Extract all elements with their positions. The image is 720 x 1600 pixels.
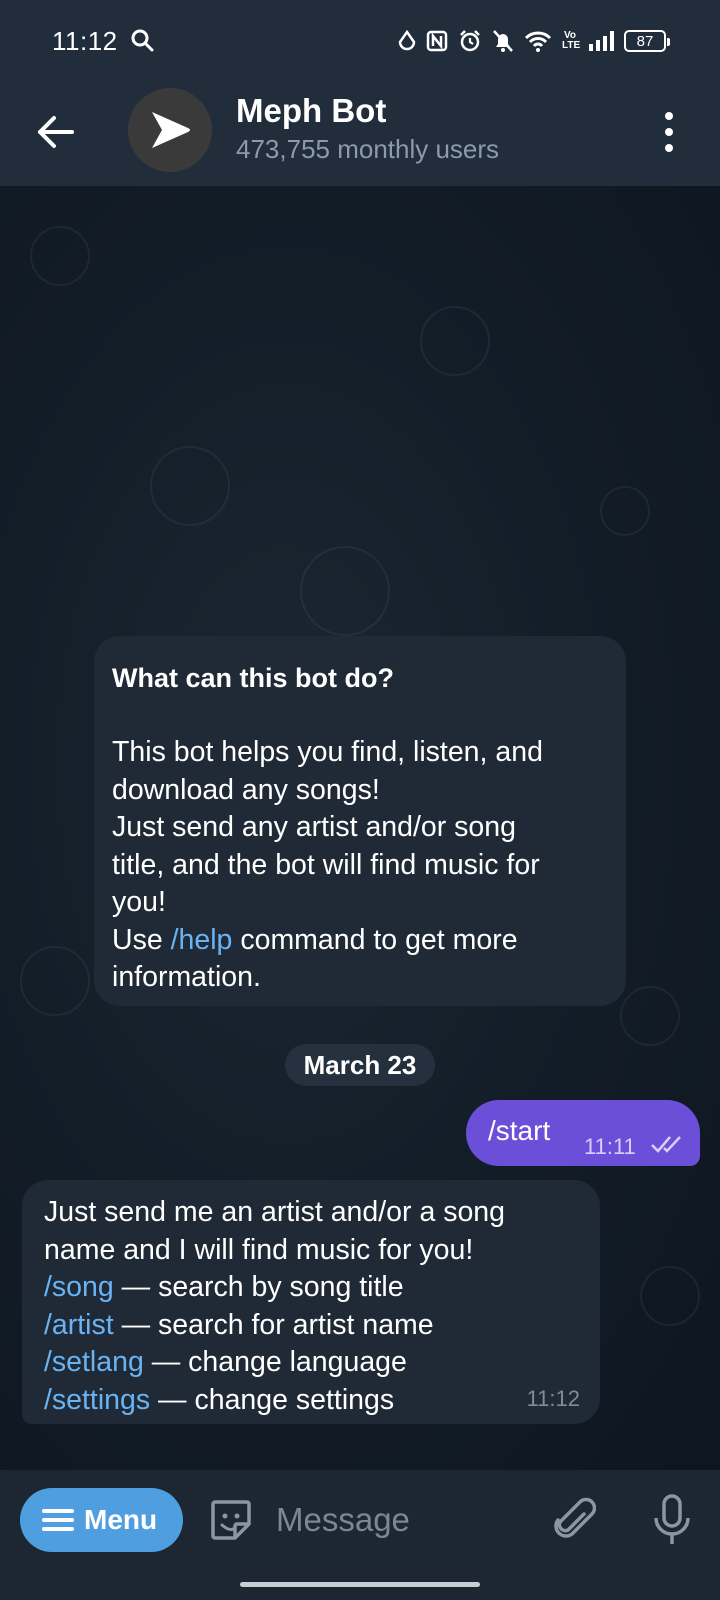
bot-info-line: This bot helps you find, listen, and — [112, 736, 543, 768]
bot-info-line: information. — [112, 961, 261, 993]
menu-button[interactable]: Menu — [20, 1488, 183, 1552]
command-row: /setlang — change language — [44, 1344, 578, 1382]
menu-button-label: Menu — [84, 1504, 158, 1535]
bot-info-line: title, and the bot will find music for — [112, 848, 540, 881]
command-row: /artist — search for artist name — [44, 1307, 578, 1345]
wifi-icon — [524, 31, 552, 52]
command-description: — search for artist name — [113, 1308, 434, 1341]
signal-icon — [589, 31, 614, 51]
background-doodle — [20, 946, 90, 1016]
help-command-link[interactable]: /help — [171, 924, 233, 956]
more-vertical-icon[interactable] — [662, 112, 676, 152]
chat-title[interactable]: Meph Bot — [236, 92, 386, 130]
mic-icon[interactable] — [652, 1494, 692, 1546]
background-doodle — [600, 486, 650, 536]
status-bar: 11:12 Vo LTE 87 — [0, 0, 720, 82]
background-doodle — [420, 306, 490, 376]
volte-icon: Vo LTE — [562, 30, 581, 51]
incoming-message-line: name and I will find music for you! — [44, 1233, 474, 1266]
status-time: 11:12 — [52, 26, 118, 56]
setlang-command-link[interactable]: /setlang — [44, 1346, 144, 1378]
background-doodle — [620, 986, 680, 1046]
command-row: /settings — change settings — [44, 1382, 578, 1420]
background-doodle — [30, 226, 90, 286]
system-nav-bar — [0, 1570, 720, 1600]
command-description: — search by song title — [113, 1271, 404, 1303]
outgoing-message[interactable]: /start 11:11 — [466, 1100, 700, 1166]
outgoing-message-time: 11:11 — [584, 1134, 636, 1159]
menu-icon — [42, 1509, 74, 1531]
battery-icon: 87 — [624, 30, 670, 52]
chat-header: Meph Bot 473,755 monthly users — [0, 82, 720, 186]
play-logo-icon — [152, 112, 190, 148]
song-command-link[interactable]: /song — [44, 1271, 114, 1303]
settings-command-link[interactable]: /settings — [44, 1384, 150, 1416]
command-row: /song — search by song title — [44, 1269, 578, 1307]
help-suffix: command to get more — [232, 923, 518, 956]
back-arrow-icon[interactable] — [34, 110, 78, 154]
data-saver-icon — [398, 30, 416, 51]
home-indicator[interactable] — [240, 1582, 480, 1587]
date-separator: March 23 — [285, 1044, 435, 1086]
bot-info-card: What can this bot do? This bot helps you… — [94, 636, 626, 1006]
background-doodle — [150, 446, 230, 526]
message-input-bar: Menu — [0, 1470, 720, 1570]
sticker-icon[interactable] — [207, 1496, 255, 1544]
bot-info-line: you! — [112, 886, 166, 918]
bot-info-title: What can this bot do? — [112, 663, 394, 693]
alarm-icon — [460, 30, 480, 52]
bot-info-description: This bot helps you find, listen, and dow… — [112, 734, 608, 997]
background-doodle — [640, 1266, 700, 1326]
background-doodle — [300, 546, 390, 636]
artist-command-link[interactable]: /artist — [44, 1309, 114, 1341]
bot-info-line: Just send any artist and/or song — [112, 811, 516, 843]
attach-icon[interactable] — [552, 1496, 596, 1544]
status-icons: Vo LTE 87 — [398, 26, 670, 56]
outgoing-message-text: /start — [488, 1115, 551, 1146]
help-prefix: Use — [112, 923, 171, 956]
command-description: — change settings — [150, 1383, 395, 1416]
search-icon — [131, 29, 154, 52]
chat-subtitle: 473,755 monthly users — [236, 134, 500, 164]
command-description: — change language — [143, 1346, 407, 1378]
incoming-message[interactable]: Just send me an artist and/or a song nam… — [22, 1180, 600, 1424]
bot-info-line: Use /help command to get more — [112, 922, 608, 960]
bot-info-line: download any songs! — [112, 773, 380, 806]
incoming-message-line: Just send me an artist and/or a song — [44, 1196, 506, 1228]
double-check-icon — [651, 1136, 681, 1153]
chat-area[interactable]: What can this bot do? This bot helps you… — [0, 186, 720, 1470]
message-input[interactable] — [276, 1496, 526, 1544]
mute-icon — [493, 30, 513, 52]
nfc-icon — [426, 30, 448, 52]
avatar[interactable] — [128, 88, 212, 172]
incoming-message-time: 11:12 — [526, 1386, 580, 1411]
